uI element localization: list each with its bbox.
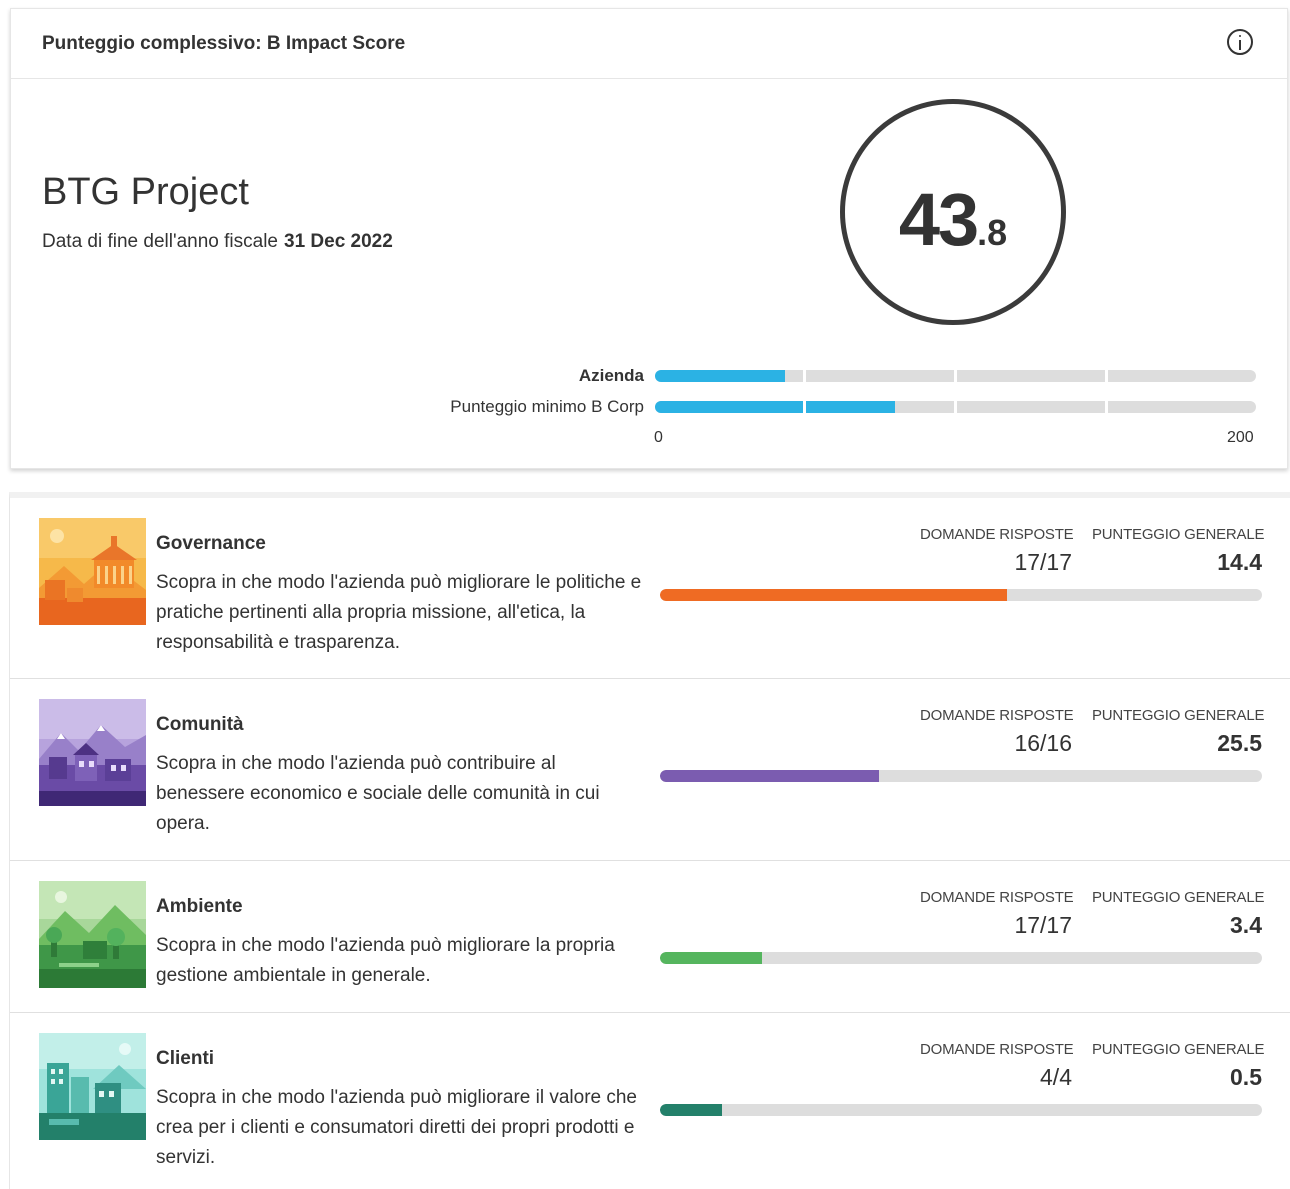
area-description-comunita: Scopra in che modo l'azienda può contrib… (156, 753, 600, 834)
answered-value-ambiente: 17/17 (1014, 912, 1072, 938)
area-description-ambiente: Scopra in che modo l'azienda può miglior… (156, 935, 615, 986)
area-row-governance[interactable]: Governance Scopra in che modo l'azienda … (10, 498, 1290, 679)
answered-header: DOMANDE RISPOSTE (920, 526, 1074, 543)
bar-segment (655, 370, 803, 382)
minimum-score-bar (655, 401, 1257, 413)
progress-bar-comunita (660, 770, 1262, 782)
progress-bar-clienti (660, 1104, 1262, 1116)
card-header: Punteggio complessivo: B Impact Score (11, 9, 1287, 79)
company-score-bar (655, 370, 1257, 382)
bar-segment-fill (655, 370, 785, 382)
overall-score-ambiente: 3.4 (1230, 912, 1262, 938)
fiscal-year-label: Data di fine dell'anno fiscale (42, 231, 278, 252)
overall-header: PUNTEGGIO GENERALE (1092, 889, 1265, 906)
progress-fill-ambiente (660, 952, 763, 964)
bar-segment (806, 370, 954, 382)
overall-header: PUNTEGGIO GENERALE (1092, 707, 1265, 724)
card-title: Punteggio complessivo: B Impact Score (42, 33, 406, 54)
area-description-governance: Scopra in che modo l'azienda può miglior… (156, 572, 642, 653)
axis-max-label: 200 (1227, 429, 1254, 446)
info-icon[interactable] (1227, 29, 1253, 55)
overall-score-governance: 14.4 (1217, 549, 1262, 575)
company-name: BTG Project (42, 171, 249, 213)
overall-score-card: Punteggio complessivo: B Impact Score BT… (10, 8, 1288, 469)
overall-score-comunita: 25.5 (1217, 730, 1262, 756)
company-bar-label: Azienda (578, 366, 644, 385)
overall-header: PUNTEGGIO GENERALE (1092, 526, 1265, 543)
answered-header: DOMANDE RISPOSTE (920, 707, 1074, 724)
score-circle: 43.8 (840, 99, 1066, 325)
bar-segment (957, 370, 1105, 382)
answered-value-governance: 17/17 (1014, 549, 1072, 575)
bar-segment (1108, 401, 1256, 413)
answered-value-clienti: 4/4 (1040, 1064, 1072, 1090)
progress-bar-ambiente (660, 952, 1262, 964)
score-integer: 43 (898, 178, 979, 261)
area-title-ambiente: Ambiente (156, 896, 243, 917)
minimum-bar-label: Punteggio minimo B Corp (450, 397, 644, 416)
area-row-comunita[interactable]: Comunità Scopra in che modo l'azienda pu… (10, 679, 1290, 861)
area-row-clienti[interactable]: Clienti Scopra in che modo l'azienda può… (10, 1013, 1290, 1189)
overall-score-clienti: 0.5 (1230, 1064, 1262, 1090)
area-description-clienti: Scopra in che modo l'azienda può miglior… (156, 1087, 638, 1168)
bar-segment (806, 401, 954, 413)
governance-illustration (39, 518, 146, 625)
answered-value-comunita: 16/16 (1014, 730, 1072, 756)
axis-min-label: 0 (654, 429, 663, 446)
community-illustration (39, 699, 146, 806)
progress-fill-clienti (660, 1104, 722, 1116)
bar-segment-fill (655, 401, 803, 413)
bar-segment (1108, 370, 1256, 382)
fiscal-year-date: 31 Dec 2022 (284, 231, 393, 252)
area-row-ambiente[interactable]: Ambiente Scopra in che modo l'azienda pu… (10, 861, 1290, 1013)
progress-bar-governance (660, 589, 1262, 601)
progress-fill-comunita (660, 770, 880, 782)
overall-header: PUNTEGGIO GENERALE (1092, 1041, 1265, 1058)
answered-header: DOMANDE RISPOSTE (920, 1041, 1074, 1058)
score-decimal: .8 (977, 212, 1008, 253)
answered-header: DOMANDE RISPOSTE (920, 889, 1074, 906)
bar-segment-fill (806, 401, 895, 413)
environment-illustration (39, 881, 146, 988)
bar-segment (957, 401, 1105, 413)
progress-fill-governance (660, 589, 1008, 601)
bar-segment (655, 401, 803, 413)
customers-illustration (39, 1033, 146, 1140)
area-title-clienti: Clienti (156, 1048, 215, 1069)
fiscal-year-row: Data di fine dell'anno fiscale 31 Dec 202… (42, 231, 393, 253)
impact-areas-list: Governance Scopra in che modo l'azienda … (9, 492, 1290, 1189)
area-title-governance: Governance (156, 533, 266, 554)
area-title-comunita: Comunità (156, 714, 244, 735)
